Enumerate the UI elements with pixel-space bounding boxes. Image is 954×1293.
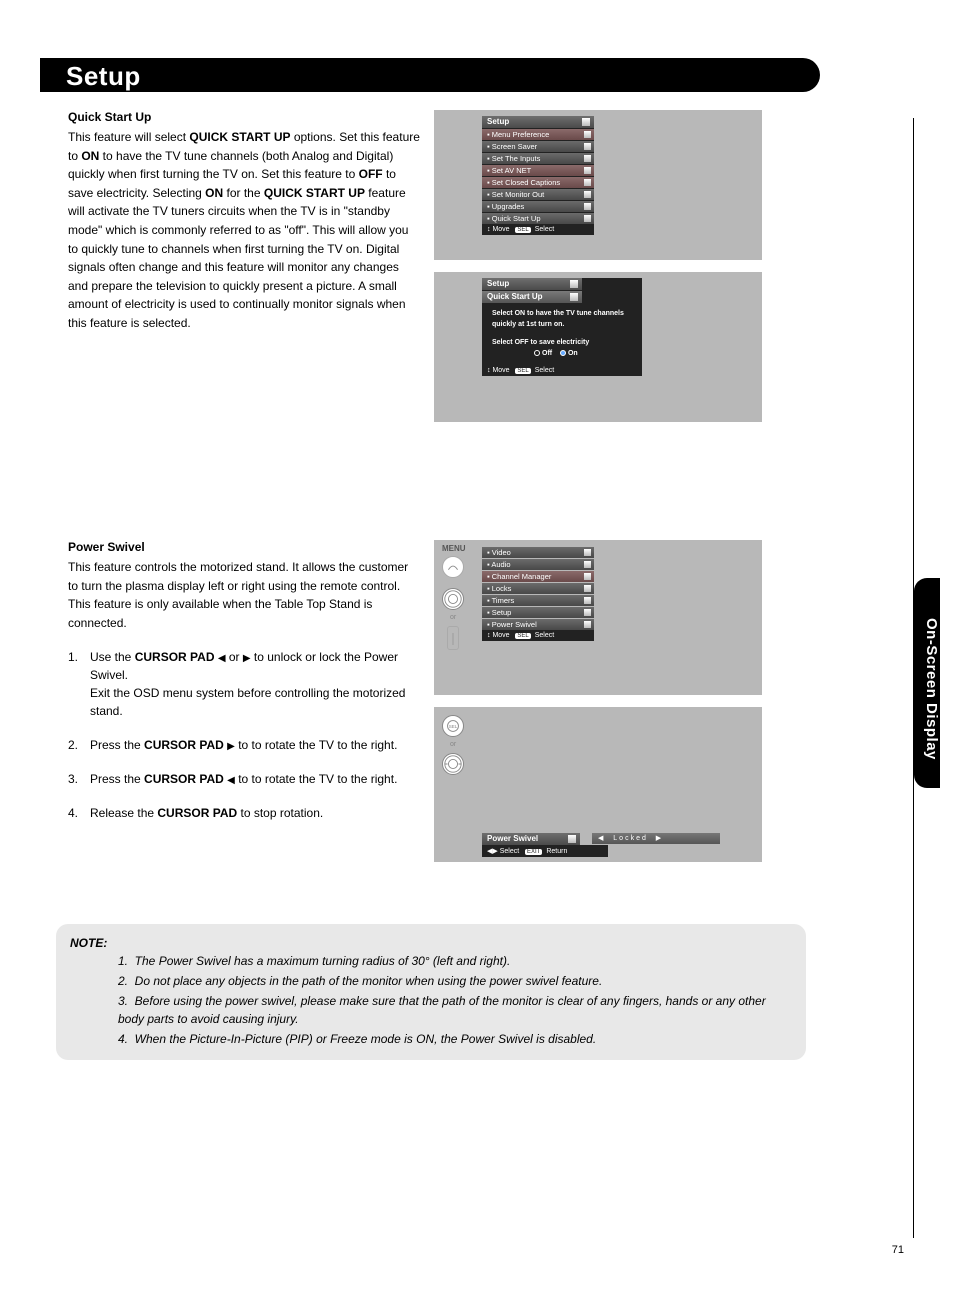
power-swivel-body: This feature controls the motorized stan…: [68, 558, 420, 632]
svg-text:SEL: SEL: [449, 724, 458, 729]
osd2-info2: Select OFF to save electricity Off On: [482, 336, 642, 365]
osd1-item: ▪ Set The Inputs: [482, 153, 594, 164]
power-swivel-section: Power Swivel This feature controls the m…: [68, 540, 420, 838]
osd1-item: ▪ Menu Preference: [482, 129, 594, 140]
osd1-title: Setup: [482, 116, 594, 128]
note-callout: NOTE: 1. The Power Swivel has a maximum …: [56, 924, 806, 1060]
osd1-item: ▪ Set Monitor Out: [482, 189, 594, 200]
osd3-item: ▪ Power Swivel: [482, 619, 594, 630]
osd3-item: ▪ Audio: [482, 559, 594, 570]
osd1-item: ▪ Set AV NET: [482, 165, 594, 176]
osd-screenshot-1: Setup ▪ Menu Preference▪ Screen Saver▪ S…: [434, 110, 762, 260]
note-label: NOTE:: [70, 936, 107, 950]
osd1-item: ▪ Set Closed Captions: [482, 177, 594, 188]
osd1-item: ▪ Quick Start Up: [482, 213, 594, 224]
osd2-info1: Select ON to have the TV tune channels q…: [482, 303, 642, 336]
osd-screenshot-4: SEL or Power Swivel ◀ Locked ▶ ◀▶ Select…: [434, 707, 762, 862]
side-button-icon: [447, 626, 459, 650]
remote-cursor-icon-2: [442, 753, 464, 775]
or-label-2: or: [450, 741, 456, 748]
osd2-title: Setup: [482, 278, 582, 290]
page-number: 71: [892, 1244, 904, 1256]
power-swivel-step: 3.Press the CURSOR PAD ◀ to to rotate th…: [68, 770, 420, 788]
remote-select-icon-2: SEL: [442, 715, 464, 737]
osd3-footer: ↕ Move SEL Select: [482, 630, 594, 641]
osd3-item: ▪ Video: [482, 547, 594, 558]
side-tab: On-Screen Display: [914, 578, 940, 788]
osd4-footer: ◀▶ Select EXIT Return: [482, 845, 608, 857]
quick-start-body: This feature will select QUICK START UP …: [68, 128, 420, 333]
page-title-banner: Setup: [40, 58, 820, 92]
menu-label: MENU: [442, 544, 466, 553]
note-item: 3. Before using the power swivel, please…: [118, 992, 792, 1028]
osd3-item: ▪ Channel Manager: [482, 571, 594, 582]
quick-start-section: Quick Start Up This feature will select …: [68, 110, 420, 333]
power-swivel-step: 2.Press the CURSOR PAD ▶ to to rotate th…: [68, 736, 420, 754]
osd4-locked: ◀ Locked ▶: [592, 833, 720, 844]
power-swivel-heading: Power Swivel: [68, 540, 420, 554]
quick-start-heading: Quick Start Up: [68, 110, 420, 124]
osd-screenshot-2: Setup Quick Start Up Select ON to have t…: [434, 272, 762, 422]
osd2-subtitle: Quick Start Up: [482, 291, 582, 303]
osd3-item: ▪ Timers: [482, 595, 594, 606]
or-label-1: or: [450, 614, 456, 621]
power-swivel-step: 1.Use the CURSOR PAD ◀ or ▶ to unlock or…: [68, 648, 420, 720]
osd3-item: ▪ Setup: [482, 607, 594, 618]
osd3-item: ▪ Locks: [482, 583, 594, 594]
osd4-title: Power Swivel: [482, 833, 580, 845]
osd1-item: ▪ Upgrades: [482, 201, 594, 212]
osd1-item: ▪ Screen Saver: [482, 141, 594, 152]
note-item: 2. Do not place any objects in the path …: [118, 972, 792, 990]
note-item: 1. The Power Swivel has a maximum turnin…: [118, 952, 792, 970]
osd-screenshot-3: ▪ Video▪ Audio▪ Channel Manager▪ Locks▪ …: [434, 540, 762, 695]
osd2-footer: ↕ Move SEL Select: [482, 365, 582, 376]
remote-cursor-icon: [442, 588, 464, 610]
remote-menu-icon: [442, 556, 464, 578]
osd1-footer: ↕ Move SEL Select: [482, 224, 594, 235]
power-swivel-step: 4.Release the CURSOR PAD to stop rotatio…: [68, 804, 420, 822]
note-item: 4. When the Picture-In-Picture (PIP) or …: [118, 1030, 792, 1048]
